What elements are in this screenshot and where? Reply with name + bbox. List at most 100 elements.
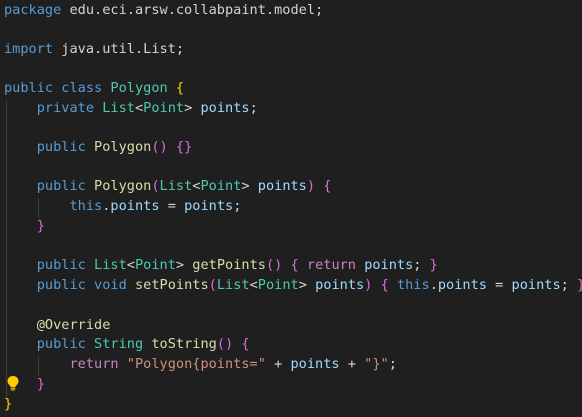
field-name: points — [364, 257, 414, 273]
semicolon: ; — [560, 277, 578, 293]
code-line-14[interactable]: public List<Point> getPoints() { return … — [4, 255, 438, 275]
keyword: public — [36, 178, 86, 194]
semicolon: ; — [233, 198, 242, 214]
code-line-1[interactable]: package edu.eci.arsw.collabpaint.model; — [4, 0, 323, 20]
constructor-name: Polygon — [94, 139, 152, 155]
operator: = — [486, 277, 512, 293]
parameter-name: points — [511, 277, 561, 293]
semicolon: ; — [413, 257, 430, 273]
dot: . — [429, 277, 438, 293]
bracket: { — [380, 277, 389, 293]
bracket: } — [36, 218, 45, 234]
type-name: Point — [257, 277, 299, 293]
bracket: ( — [151, 178, 160, 194]
keyword: class — [61, 80, 103, 96]
bracket: () — [265, 257, 283, 273]
keyword: return — [306, 257, 356, 273]
bracket: () — [216, 336, 234, 352]
annotation: @Override — [36, 317, 111, 333]
bracket: () — [151, 139, 168, 155]
bracket: } — [577, 277, 582, 293]
parameter-name: points — [315, 277, 365, 293]
angle-bracket: < — [126, 257, 135, 273]
keyword: this — [69, 198, 103, 214]
code-line-21[interactable]: } — [4, 394, 12, 414]
field-name: points — [110, 198, 160, 214]
code-line-10[interactable]: public Polygon(List<Point> points) { — [4, 176, 332, 196]
type-name: Point — [134, 257, 176, 273]
keyword: package — [4, 2, 62, 18]
bracket: } — [36, 376, 45, 392]
code-line-6[interactable]: private List<Point> points; — [4, 98, 258, 118]
angle-bracket: < — [249, 277, 258, 293]
bracket: { — [290, 257, 299, 273]
type-name: List — [159, 178, 193, 194]
keyword: public — [36, 336, 86, 352]
keyword: return — [69, 356, 119, 372]
keyword: public — [36, 277, 86, 293]
semicolon: ; — [249, 100, 258, 116]
parameter-name: points — [257, 178, 307, 194]
angle-bracket: > — [241, 178, 250, 194]
keyword: import — [4, 41, 54, 57]
field-name: points — [437, 277, 487, 293]
lightbulb-icon-svg — [7, 376, 19, 391]
code-line-3[interactable]: import java.util.List; — [4, 39, 184, 59]
method-name: setPoints — [134, 277, 209, 293]
field-name: points — [290, 356, 340, 372]
import-path: java.util.List; — [53, 41, 185, 57]
bracket: } — [4, 396, 13, 412]
lightbulb-icon[interactable] — [6, 375, 20, 391]
angle-bracket: > — [298, 277, 307, 293]
package-name: edu.eci.arsw.collabpaint.model; — [61, 2, 324, 18]
code-line-5[interactable]: public class Polygon { — [4, 78, 184, 98]
code-editor[interactable]: package edu.eci.arsw.collabpaint.model; … — [0, 0, 582, 417]
code-line-8[interactable]: public Polygon() {} — [4, 137, 193, 157]
type-name: List — [102, 100, 135, 116]
code-line-18[interactable]: public String toString() { — [4, 334, 250, 354]
code-line-19[interactable]: return "Polygon{points=" + points + "}"; — [4, 354, 396, 374]
type-name: List — [216, 277, 250, 293]
parameter-name: points — [184, 198, 234, 214]
code-line-15[interactable]: public void setPoints(List<Point> points… — [4, 275, 582, 295]
code-line-11[interactable]: this.points = points; — [4, 196, 241, 216]
type-name: List — [94, 257, 127, 273]
code-line-17[interactable]: @Override — [4, 315, 111, 335]
angle-bracket: < — [134, 100, 144, 116]
bracket: {} — [175, 139, 193, 155]
type-name: String — [94, 336, 144, 352]
keyword: public — [36, 257, 86, 273]
code-line-12[interactable]: } — [4, 216, 45, 236]
bracket: ( — [208, 277, 217, 293]
type-name: Point — [200, 178, 242, 194]
bracket: { — [241, 336, 250, 352]
string-literal: "}" — [364, 356, 389, 372]
string-literal: "Polygon{points=" — [126, 356, 266, 372]
bracket: ) — [306, 178, 316, 194]
bracket: { — [175, 80, 185, 96]
